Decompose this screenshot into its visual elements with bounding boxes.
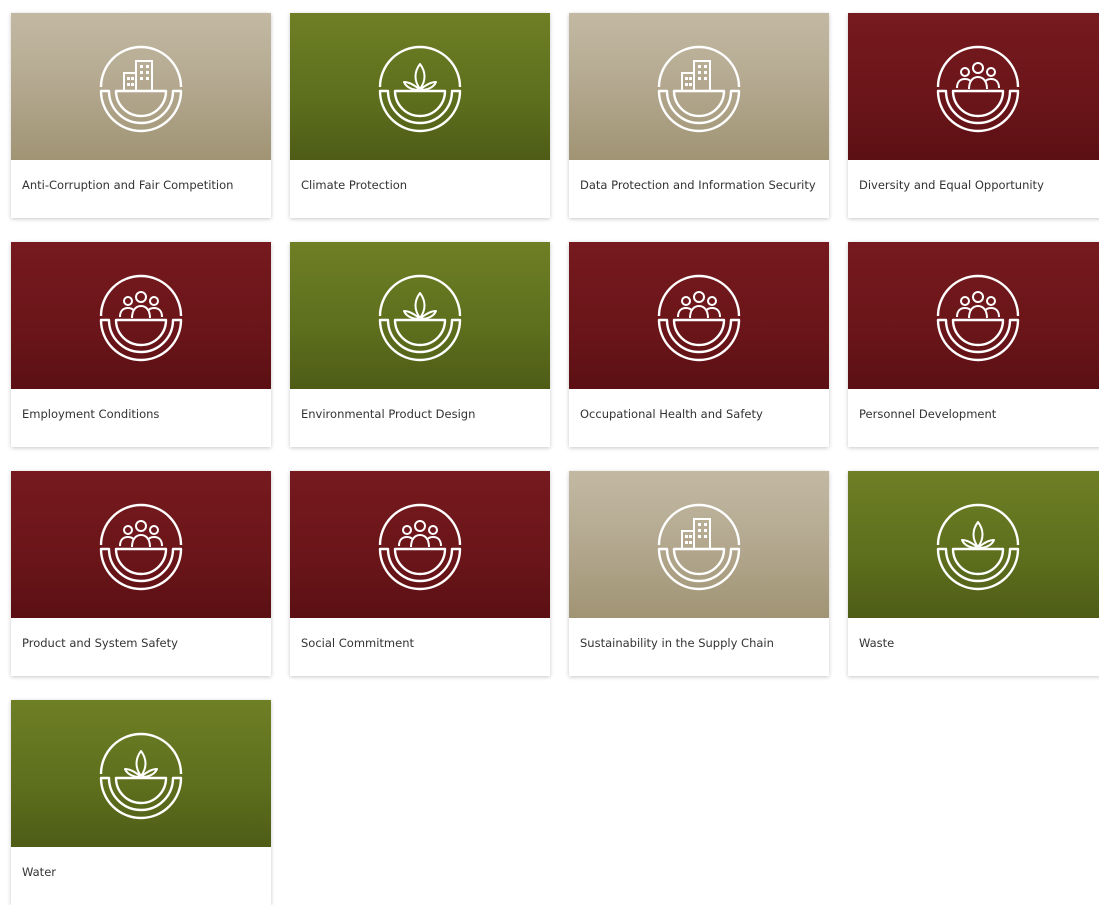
card-banner: [11, 242, 271, 389]
topic-card-data-protection[interactable]: Data Protection and Information Security: [569, 13, 829, 218]
people-icon: [928, 266, 1028, 366]
card-label: Sustainability in the Supply Chain: [580, 636, 774, 650]
topic-card-supply-chain[interactable]: Sustainability in the Supply Chain: [569, 471, 829, 676]
topic-card-product-system-safety[interactable]: Product and System Safety: [11, 471, 271, 676]
card-label: Environmental Product Design: [301, 407, 476, 421]
topic-card-employment-conditions[interactable]: Employment Conditions: [11, 242, 271, 447]
card-banner: [290, 471, 550, 618]
people-icon: [928, 37, 1028, 137]
building-icon: [649, 495, 749, 595]
card-label: Diversity and Equal Opportunity: [859, 178, 1044, 192]
card-banner: [569, 471, 829, 618]
card-label: Product and System Safety: [22, 636, 178, 650]
topic-card-diversity[interactable]: Diversity and Equal Opportunity: [848, 13, 1099, 218]
topic-card-social-commitment[interactable]: Social Commitment: [290, 471, 550, 676]
card-label: Data Protection and Information Security: [580, 178, 816, 192]
topic-card-occupational-health[interactable]: Occupational Health and Safety: [569, 242, 829, 447]
topic-card-environmental-product-design[interactable]: Environmental Product Design: [290, 242, 550, 447]
plant-icon: [370, 37, 470, 137]
card-label: Personnel Development: [859, 407, 997, 421]
card-banner: [848, 13, 1099, 160]
people-icon: [370, 495, 470, 595]
card-label: Social Commitment: [301, 636, 415, 650]
card-banner: [290, 13, 550, 160]
card-label: Occupational Health and Safety: [580, 407, 763, 421]
plant-icon: [370, 266, 470, 366]
people-icon: [91, 266, 191, 366]
card-label: Water: [22, 865, 56, 879]
card-label: Waste: [859, 636, 895, 650]
topic-card-anti-corruption[interactable]: Anti-Corruption and Fair Competition: [11, 13, 271, 218]
card-banner: [11, 700, 271, 847]
building-icon: [91, 37, 191, 137]
card-banner: [569, 13, 829, 160]
card-banner: [848, 242, 1099, 389]
topic-card-waste[interactable]: Waste: [848, 471, 1099, 676]
building-icon: [649, 37, 749, 137]
card-label: Climate Protection: [301, 178, 408, 192]
card-banner: [11, 471, 271, 618]
topic-card-personnel-development[interactable]: Personnel Development: [848, 242, 1099, 447]
plant-icon: [928, 495, 1028, 595]
card-banner: [290, 242, 550, 389]
topic-card-climate-protection[interactable]: Climate Protection: [290, 13, 550, 218]
card-banner: [848, 471, 1099, 618]
card-banner: [11, 13, 271, 160]
people-icon: [649, 266, 749, 366]
topic-card-grid: Anti-Corruption and Fair Competition Cli…: [0, 0, 1099, 905]
people-icon: [91, 495, 191, 595]
card-banner: [569, 242, 829, 389]
plant-icon: [91, 724, 191, 824]
card-label: Employment Conditions: [22, 407, 160, 421]
card-label: Anti-Corruption and Fair Competition: [22, 178, 234, 192]
topic-card-water[interactable]: Water: [11, 700, 271, 905]
